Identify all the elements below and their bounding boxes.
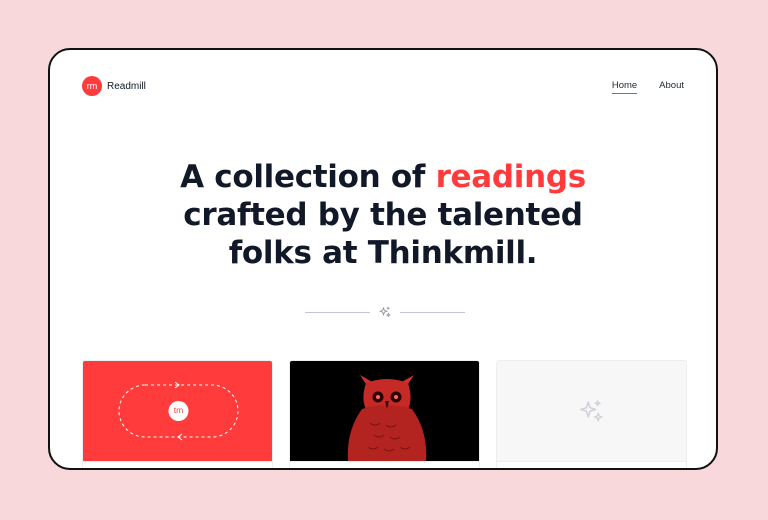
card-footer (83, 461, 272, 468)
card-cover-placeholder (497, 361, 686, 461)
card-footer (497, 461, 686, 468)
reading-card[interactable] (496, 360, 687, 468)
hero-heading: A collection of readings crafted by the … (50, 158, 716, 272)
reading-card[interactable]: tm (82, 360, 273, 468)
section-divider (305, 303, 465, 321)
nav-item-home[interactable]: Home (611, 80, 638, 94)
card-cover (290, 361, 479, 461)
nav-item-about[interactable]: About (659, 80, 684, 94)
brand-logo: rm (82, 76, 102, 96)
browser-window: rm Readmill Home About A collection of r… (48, 48, 718, 470)
card-footer (290, 461, 479, 468)
divider-line-right (400, 311, 465, 313)
hero-accent-word: readings (435, 159, 587, 195)
card-cover: tm (83, 361, 272, 461)
owl-image (347, 375, 427, 461)
hero-line3: folks at Thinkmill. (228, 235, 538, 271)
hero-line2: crafted by the talented (183, 197, 583, 233)
sparkle-icon (580, 400, 603, 422)
brand-link[interactable]: rm Readmill (82, 76, 146, 96)
sparkle-icon (379, 306, 391, 317)
divider-line-left (305, 311, 370, 313)
reading-card[interactable] (289, 360, 480, 468)
card-logo-text: tm (173, 405, 184, 415)
main-nav: Home About (611, 80, 684, 94)
brand-name: Readmill (107, 80, 146, 92)
hero-line1-prefix: A collection of (180, 159, 436, 195)
